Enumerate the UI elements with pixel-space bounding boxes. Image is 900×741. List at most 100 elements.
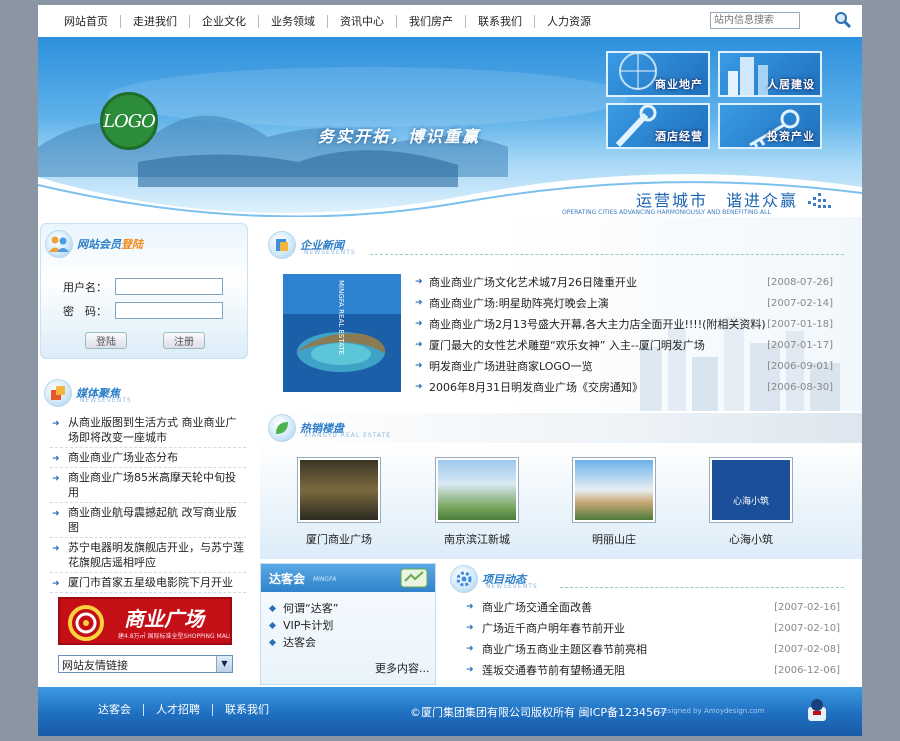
list-item[interactable]: ➜ 2006年8月31日明发商业广场《交房通知》 [2006-08-30] xyxy=(415,377,833,398)
property-card[interactable]: 南京滨江新城 xyxy=(434,457,520,547)
card-icon xyxy=(400,568,428,588)
projects-list: ➜ 商业广场交通全面改善 [2007-02-16] ➜ 广场近千商户明年春节前开业 [2… xyxy=(464,597,840,681)
list-item[interactable]: ➜ 厦门市首家五星级电影院下月开业 xyxy=(50,573,246,593)
footer: 达客会 人才招聘 联系我们 ©厦门集团集团有限公司版权所有 闽ICP备12345… xyxy=(38,687,862,736)
register-button[interactable]: 注册 xyxy=(163,332,205,349)
password-row: 密 码： xyxy=(63,302,223,319)
divider xyxy=(370,254,844,255)
tile-label: 酒店经营 xyxy=(655,130,703,143)
divider xyxy=(560,587,844,588)
arrow-icon: ➜ xyxy=(52,419,60,429)
nav-item-news[interactable]: 资讯中心 xyxy=(328,15,397,28)
tile-commercial[interactable]: 商业地产 xyxy=(606,51,710,97)
bullet-icon xyxy=(268,638,277,647)
search-input[interactable] xyxy=(710,12,800,29)
mall-ad-banner[interactable]: 商业广场 建4.8万㎡ 国际标准全型SHOPPING MALL xyxy=(58,597,232,645)
nav-item-contact[interactable]: 联系我们 xyxy=(466,15,535,28)
chevron-down-icon: ▼ xyxy=(216,656,232,672)
nav-item-about[interactable]: 走进我们 xyxy=(121,15,190,28)
list-item[interactable]: ➜ 明发商业广场进驻商家LOGO一览 [2006-09-01] xyxy=(415,356,833,377)
property-name: 明丽山庄 xyxy=(592,533,636,546)
arrow-icon: ➜ xyxy=(466,644,474,654)
list-item[interactable]: ➜ 商业广场五商业主题区春节前亮相 [2007-02-08] xyxy=(464,639,840,660)
list-item[interactable]: 达客会 xyxy=(268,634,338,651)
property-logo-text: 心海小筑 xyxy=(732,497,769,507)
search-icon[interactable] xyxy=(834,11,852,29)
tile-residential[interactable]: 人居建设 xyxy=(718,51,822,97)
login-button[interactable]: 登陆 xyxy=(85,332,127,349)
hot-properties-header: 热销楼盘 XIANGYU REAL ESTATE xyxy=(260,413,862,443)
property-name: 南京滨江新城 xyxy=(444,533,510,546)
member-login-title: 网站会员登陆 xyxy=(45,230,143,258)
username-field[interactable] xyxy=(115,278,223,295)
list-item[interactable]: ➜ 商业广场交通全面改善 [2007-02-16] xyxy=(464,597,840,618)
news-subtitle: NEWSEVENTS xyxy=(304,249,356,256)
swirl-logo-icon xyxy=(68,605,104,641)
hero-banner: LOGO 务实开拓，博识重赢 商业地产 人居建设 酒店经营 投资产业 运营城市 … xyxy=(38,37,862,217)
media-icon xyxy=(44,379,72,407)
banner-motto-en: OPERATING CITIES ADVANCING HARMONIOUSLY … xyxy=(562,209,771,216)
list-item[interactable]: ➜ 厦门最大的女性艺术雕塑“欢乐女神” 入主--厦门明发广场 [2007-01-17… xyxy=(415,335,833,356)
list-item[interactable]: ➜ 商业商业广场文化艺术城7月26日隆重开业 [2008-07-26] xyxy=(415,272,833,293)
list-item[interactable]: ➜ 莲坂交通春节前有望畅通无阻 [2006-12-06] xyxy=(464,660,840,681)
list-item[interactable]: ➜ 商业商业广场业态分布 xyxy=(50,448,246,468)
arrow-icon: ➜ xyxy=(52,454,60,464)
mascot-icon xyxy=(808,699,826,721)
bullet-icon xyxy=(268,604,277,613)
dots-icon xyxy=(808,193,831,208)
copyright-text: ©厦门集团集团有限公司版权所有 闽ICP备1234567 xyxy=(410,706,668,719)
password-field[interactable] xyxy=(115,302,223,319)
club-header: 达客会 MINGFA xyxy=(261,564,435,592)
list-item[interactable]: ➜ 广场近千商户明年春节前开业 [2007-02-10] xyxy=(464,618,840,639)
arrow-icon: ➜ xyxy=(415,340,423,350)
news-feature-image[interactable]: MINGFA REAL ESTATE xyxy=(283,274,401,392)
list-item[interactable]: 何谓“达客” xyxy=(268,600,338,617)
footer-link-club[interactable]: 达客会 xyxy=(86,704,144,716)
list-item[interactable]: ➜ 商业商业广场:明星助阵亮灯晚会上演 [2007-02-14] xyxy=(415,293,833,314)
property-card[interactable]: 厦门商业广场 xyxy=(296,457,382,547)
page: 网站首页 走进我们 企业文化 业务领域 资讯中心 我们房产 联系我们 人力资源 … xyxy=(38,5,862,736)
footer-links: 达客会 人才招聘 联系我们 xyxy=(86,704,281,716)
footer-link-contact[interactable]: 联系我们 xyxy=(213,704,281,716)
username-row: 用户名： xyxy=(63,278,223,295)
nav-item-home[interactable]: 网站首页 xyxy=(54,15,121,28)
arrow-icon: ➜ xyxy=(466,602,474,612)
users-icon xyxy=(45,230,73,258)
nav-item-culture[interactable]: 企业文化 xyxy=(190,15,259,28)
list-item[interactable]: VIP卡计划 xyxy=(268,617,338,634)
news-image-text: MINGFA REAL ESTATE xyxy=(337,280,345,355)
tile-label: 人居建设 xyxy=(767,78,815,91)
club-title: 达客会 xyxy=(269,572,306,586)
list-item[interactable]: ➜ 商业商业广场2月13号盛大开幕,各大主力店全面开业!!!!(附相关资料) [20… xyxy=(415,314,833,335)
arrow-icon: ➜ xyxy=(415,298,423,308)
list-item[interactable]: ➜ 从商业版图到生活方式 商业商业广场即将改变一座城市 xyxy=(50,413,246,448)
property-card[interactable]: 心海小筑 心海小筑 xyxy=(708,457,794,547)
arrow-icon: ➜ xyxy=(52,544,60,554)
company-logo[interactable]: LOGO xyxy=(100,92,158,150)
footer-link-jobs[interactable]: 人才招聘 xyxy=(144,704,213,716)
more-link[interactable]: 更多内容... xyxy=(375,660,430,676)
member-title-highlight: 登陆 xyxy=(121,238,143,251)
tile-hotel[interactable]: 酒店经营 xyxy=(606,103,710,149)
friend-links-select[interactable]: 网站友情链接 ▼ xyxy=(58,655,233,673)
property-card[interactable]: 明丽山庄 xyxy=(571,457,657,547)
property-thumb: 心海小筑 xyxy=(709,457,793,523)
username-label: 用户名： xyxy=(63,280,107,294)
property-thumb xyxy=(435,457,519,523)
arrow-icon: ➜ xyxy=(466,665,474,675)
nav-item-hr[interactable]: 人力资源 xyxy=(535,15,603,28)
list-item[interactable]: ➜ 苏宁电器明发旗舰店开业，与苏宁莲花旗舰店遥相呼应 xyxy=(50,538,246,573)
list-item[interactable]: ➜ 商业商业航母震撼起航 改写商业版图 xyxy=(50,503,246,538)
nav-item-business[interactable]: 业务领域 xyxy=(259,15,328,28)
media-subtitle: NEWSEVENTS xyxy=(80,397,132,404)
tile-investment[interactable]: 投资产业 xyxy=(718,103,822,149)
banner-motto: 运营城市 谐进众赢 xyxy=(636,191,799,210)
arrow-icon: ➜ xyxy=(52,474,60,484)
friend-links-value: 网站友情链接 xyxy=(62,659,128,672)
gear-icon xyxy=(450,565,478,593)
arrow-icon: ➜ xyxy=(52,509,60,519)
nav-item-property[interactable]: 我们房产 xyxy=(397,15,466,28)
designer-credit[interactable]: Designed by Amoydesign.com xyxy=(658,707,764,715)
password-label: 密 码： xyxy=(63,304,107,318)
list-item[interactable]: ➜ 商业商业广场85米高摩天轮中旬投用 xyxy=(50,468,246,503)
